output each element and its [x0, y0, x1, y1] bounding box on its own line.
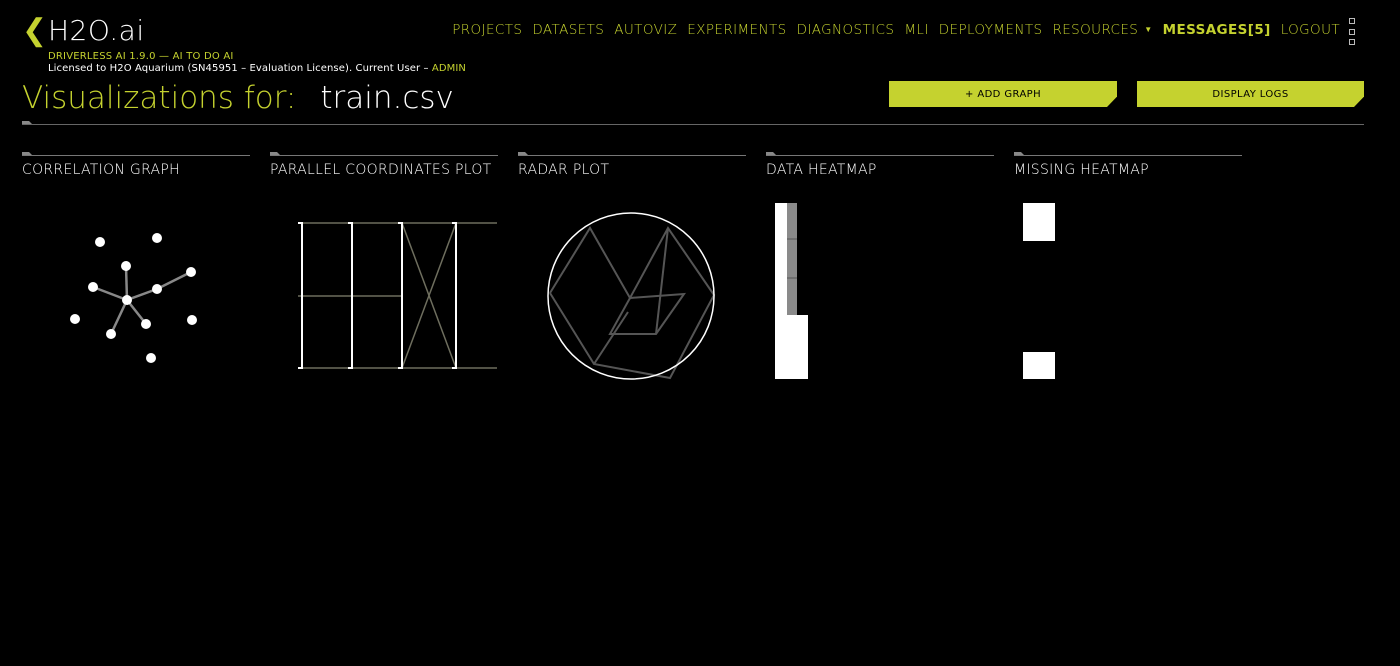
h2o-logo[interactable]: H2O.ai	[48, 14, 145, 48]
node	[152, 233, 162, 243]
title-divider	[22, 124, 1364, 125]
card-correlation-graph[interactable]: CORRELATION GRAPH	[22, 152, 250, 392]
axis	[452, 222, 457, 369]
nav-messages[interactable]: MESSAGES[5]	[1163, 22, 1271, 38]
missing-cell	[1023, 352, 1055, 379]
grid-menu-icon[interactable]	[1349, 18, 1356, 45]
nav-datasets[interactable]: DATASETS	[532, 22, 604, 38]
nav-experiments[interactable]: EXPERIMENTS	[687, 22, 786, 38]
menu-square	[1349, 18, 1355, 24]
nav-mli[interactable]: MLI	[904, 22, 928, 38]
node	[121, 261, 131, 271]
missing-heatmap-thumbnail	[1023, 203, 1055, 379]
menu-square	[1349, 39, 1355, 45]
missing-cell	[1023, 203, 1055, 241]
radar-series	[608, 292, 687, 335]
display-logs-button[interactable]: DISPLAY LOGS	[1137, 81, 1364, 107]
node	[186, 267, 196, 277]
parallel-lines	[298, 222, 497, 369]
nav-deployments[interactable]: DEPLOYMENTS	[939, 22, 1043, 38]
nav-logout[interactable]: LOGOUT	[1281, 22, 1340, 38]
node	[122, 295, 132, 305]
page-title: Visualizations for: train.csv	[22, 78, 454, 118]
nav-diagnostics[interactable]: DIAGNOSTICS	[797, 22, 895, 38]
page-title-prefix: Visualizations for:	[22, 80, 297, 116]
add-graph-button[interactable]: + ADD GRAPH	[889, 81, 1117, 107]
card-data-heatmap[interactable]: DATA HEATMAP	[766, 152, 994, 392]
radar-plot-thumbnail	[547, 212, 716, 380]
data-heatmap-thumbnail	[775, 203, 808, 379]
node	[88, 282, 98, 292]
card-missing-heatmap[interactable]: MISSING HEATMAP	[1014, 152, 1242, 392]
nav-projects[interactable]: PROJECTS	[452, 22, 522, 38]
nav-autoviz[interactable]: AUTOVIZ	[614, 22, 677, 38]
card-parallel-coordinates[interactable]: PARALLEL COORDINATES PLOT	[270, 152, 498, 392]
parallel-coordinates-thumbnail	[298, 222, 497, 369]
radar-series	[593, 311, 629, 365]
back-chevron-icon[interactable]: ❮	[22, 16, 47, 46]
heatmap-cell	[787, 203, 797, 315]
license-text: Licensed to H2O Aquarium (SN45951 – Eval…	[48, 63, 432, 74]
node	[146, 353, 156, 363]
node	[70, 314, 80, 324]
card-radar-plot[interactable]: RADAR PLOT	[518, 152, 746, 392]
node	[95, 237, 105, 247]
node	[106, 329, 116, 339]
dataset-filename: train.csv	[320, 80, 454, 116]
edge	[109, 299, 129, 335]
correlation-graph-thumbnail	[70, 233, 197, 363]
heatmap-cell	[797, 315, 808, 379]
nav-resources[interactable]: RESOURCES ▼	[1052, 22, 1152, 38]
caret-down-icon: ▼	[1144, 25, 1153, 34]
node	[152, 284, 162, 294]
edge	[156, 270, 192, 291]
edge	[92, 285, 128, 302]
nav-resources-label: RESOURCES	[1052, 22, 1139, 38]
menu-square	[1349, 28, 1355, 35]
current-user-link[interactable]: ADMIN	[432, 63, 466, 74]
node	[141, 319, 151, 329]
license-info: Licensed to H2O Aquarium (SN45951 – Eval…	[48, 62, 466, 75]
top-nav: PROJECTS DATASETS AUTOVIZ EXPERIMENTS DI…	[452, 22, 1340, 38]
node	[187, 315, 197, 325]
edge	[124, 265, 129, 301]
